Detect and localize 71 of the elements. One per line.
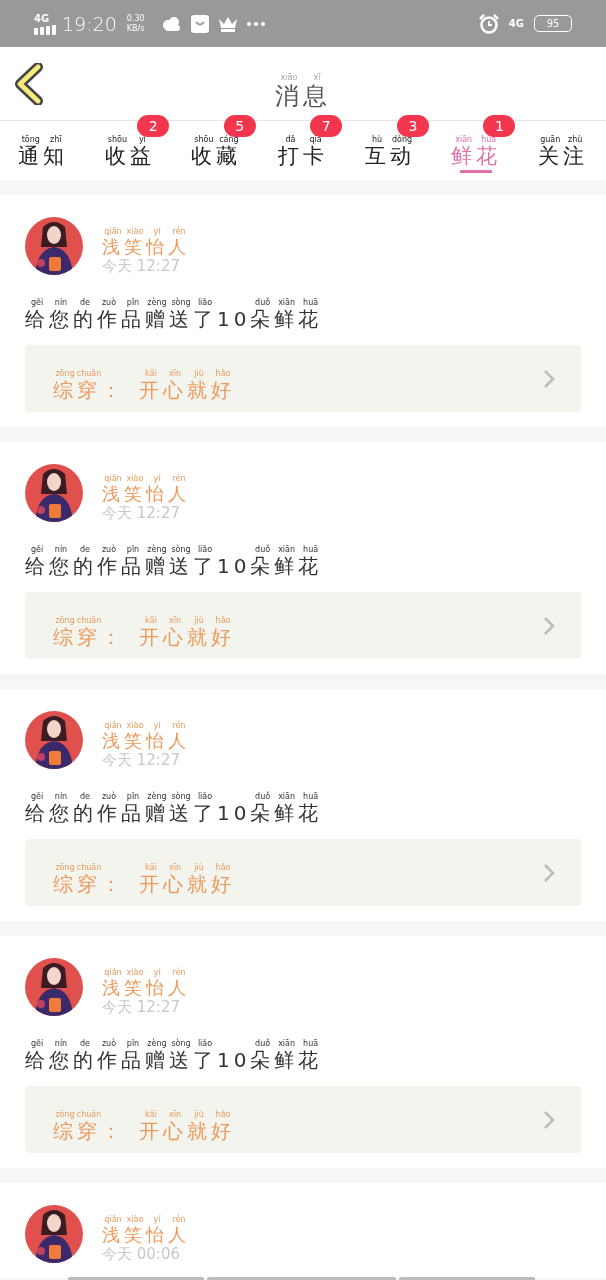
count-badge: 5 bbox=[223, 115, 256, 137]
more-icon bbox=[246, 21, 265, 26]
message-text: 给您的作品赠送了10朵鲜花 bbox=[25, 1049, 323, 1071]
pinyin-annotation: dǎ qiǎ bbox=[284, 134, 323, 145]
work-link[interactable]: zōng chuān 综穿： kāi xīn jiù hǎo 开心就好 bbox=[25, 839, 581, 906]
pinyin-annotation: hù dòng bbox=[371, 134, 414, 145]
pinyin-annotation: zōng chuān bbox=[54, 615, 103, 626]
message-text: 给您的作品赠送了10朵鲜花 bbox=[25, 555, 323, 577]
pinyin-annotation: kāi xīn jiù hǎo bbox=[144, 862, 232, 873]
page-title: 消息 bbox=[275, 82, 331, 110]
pinyin-annotation: xiāo xī bbox=[279, 72, 322, 83]
pinyin-annotation: shōu yì bbox=[106, 134, 147, 145]
work-title: 开心就好 bbox=[139, 378, 235, 401]
pinyin-annotation: qiǎn xiào yí rén bbox=[103, 968, 187, 979]
work-category: 综穿： bbox=[53, 625, 125, 648]
count-badge: 7 bbox=[310, 115, 343, 137]
pinyin-annotation: kāi xīn jiù hǎo bbox=[144, 368, 232, 379]
bag-icon bbox=[190, 14, 209, 33]
pinyin-annotation: gěi nín de zuò pǐn zèng sòng liǎo duǒ xiān huā bbox=[29, 792, 320, 802]
count-badge: 1 bbox=[483, 115, 516, 137]
pinyin-annotation: qiǎn xiào yí rén bbox=[103, 474, 187, 485]
user-name[interactable]: 浅笑怡人 bbox=[102, 1225, 190, 1245]
pinyin-annotation: zōng chuān bbox=[54, 1109, 103, 1120]
tab-indicator bbox=[460, 170, 493, 173]
user-name[interactable]: 浅笑怡人 bbox=[102, 484, 190, 504]
pinyin-annotation: qiǎn xiào yí rén bbox=[103, 721, 187, 732]
battery-icon: 95 bbox=[534, 15, 572, 32]
pinyin-annotation: tōng zhī bbox=[20, 134, 63, 145]
pinyin-annotation: zōng chuān bbox=[54, 368, 103, 379]
chevron-right-icon bbox=[543, 615, 555, 636]
clock: 19:20 bbox=[62, 12, 117, 35]
work-title: 开心就好 bbox=[139, 1119, 235, 1142]
count-badge: 2 bbox=[137, 115, 170, 137]
chevron-left-icon bbox=[14, 63, 44, 105]
work-category: 综穿： bbox=[53, 378, 125, 401]
chevron-right-icon bbox=[543, 368, 555, 389]
work-title: 开心就好 bbox=[139, 872, 235, 895]
pinyin-annotation: qiǎn xiào yí rén bbox=[103, 1215, 187, 1226]
pinyin-annotation: kāi xīn jiù hǎo bbox=[144, 615, 232, 626]
pinyin-annotation: zōng chuān bbox=[54, 862, 103, 873]
pinyin-annotation: gěi nín de zuò pǐn zèng sòng liǎo duǒ xiān huā bbox=[29, 545, 320, 555]
work-link[interactable]: zōng chuān 综穿： kāi xīn jiù hǎo 开心就好 bbox=[25, 345, 581, 412]
tab[interactable]: tōng zhī 通知 bbox=[18, 122, 69, 168]
user-name[interactable]: 浅笑怡人 bbox=[102, 978, 190, 998]
work-link[interactable]: zōng chuān 综穿： kāi xīn jiù hǎo 开心就好 bbox=[25, 1086, 581, 1153]
work-title: 开心就好 bbox=[139, 625, 235, 648]
message-text: 给您的作品赠送了10朵鲜花 bbox=[25, 802, 323, 824]
pinyin-annotation: kāi xīn jiù hǎo bbox=[144, 1109, 232, 1120]
work-link[interactable]: zōng chuān 综穿： kāi xīn jiù hǎo 开心就好 bbox=[25, 592, 581, 659]
network-label: 4G bbox=[508, 18, 524, 29]
pinyin-annotation: shōu cáng bbox=[193, 134, 240, 145]
work-category: 综穿： bbox=[53, 1119, 125, 1142]
speed-value: 0.30 bbox=[126, 13, 145, 24]
cloud-icon bbox=[160, 15, 181, 32]
pinyin-annotation: gěi nín de zuò pǐn zèng sòng liǎo duǒ xiān huā bbox=[29, 1039, 320, 1049]
message-text: 给您的作品赠送了10朵鲜花 bbox=[25, 308, 323, 330]
pinyin-annotation: gěi nín de zuò pǐn zèng sòng liǎo duǒ xiān huā bbox=[29, 298, 320, 308]
alarm-icon bbox=[478, 13, 499, 34]
chevron-right-icon bbox=[543, 862, 555, 883]
speed-unit: KB/s bbox=[126, 23, 145, 34]
signal-icon bbox=[34, 24, 58, 35]
crown-icon bbox=[218, 15, 237, 32]
chevron-right-icon bbox=[543, 1109, 555, 1130]
user-name[interactable]: 浅笑怡人 bbox=[102, 731, 190, 751]
back-button[interactable] bbox=[14, 63, 44, 108]
work-category: 综穿： bbox=[53, 872, 125, 895]
tab[interactable]: guān zhù 关注 bbox=[537, 122, 588, 168]
network-label: 4G bbox=[34, 12, 51, 24]
user-name[interactable]: 浅笑怡人 bbox=[102, 237, 190, 257]
pinyin-annotation: guān zhù bbox=[539, 134, 584, 145]
pinyin-annotation: qiǎn xiào yí rén bbox=[103, 227, 187, 238]
